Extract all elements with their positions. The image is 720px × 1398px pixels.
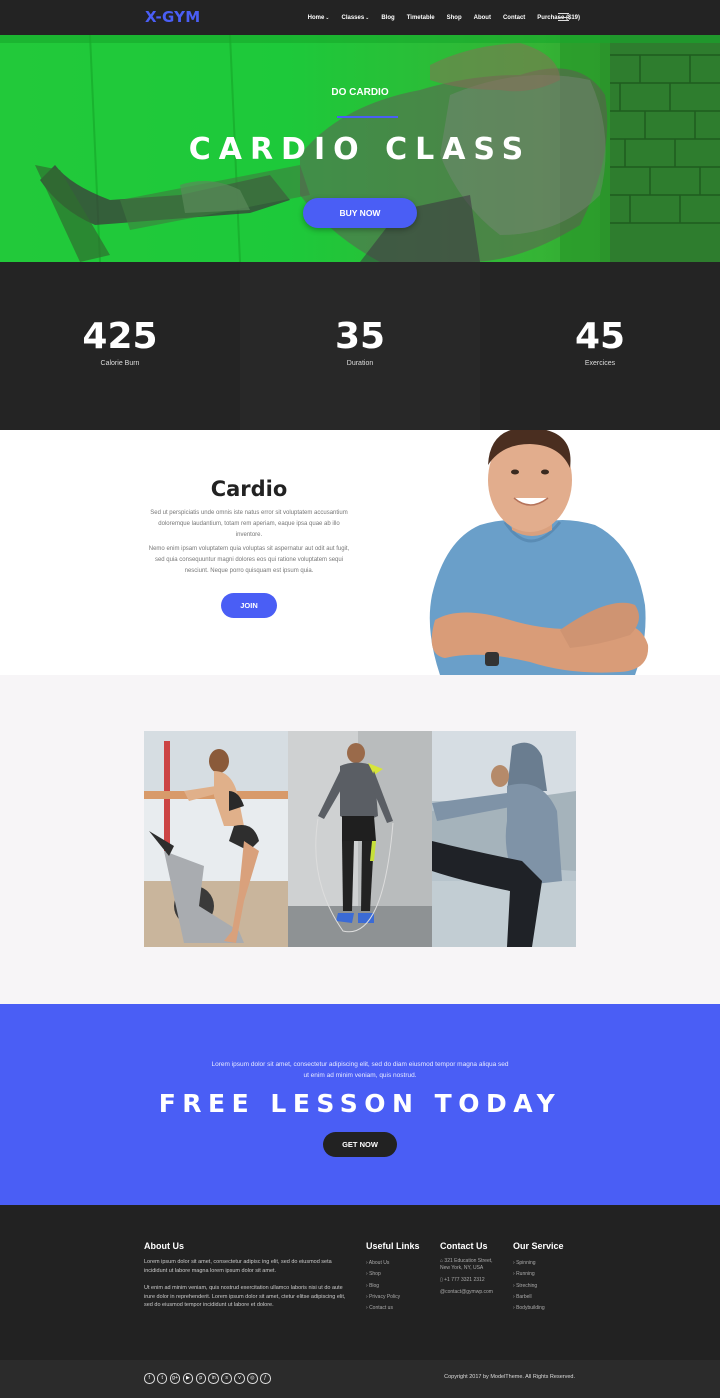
join-button[interactable]: JOIN <box>221 593 277 618</box>
google-plus-icon[interactable]: g+ <box>169 1373 181 1384</box>
footer-link-about[interactable]: › About Us <box>366 1258 420 1269</box>
footer-link-label: About Us <box>368 1260 390 1266</box>
nav-timetable[interactable]: Timetable <box>407 15 435 21</box>
footer-heading: Useful Links <box>366 1241 420 1251</box>
cardio-section: Cardio Sed ut perspiciatis unde omnis is… <box>0 430 720 675</box>
trainer-image <box>429 430 649 675</box>
twitter-icon[interactable]: t <box>156 1373 168 1384</box>
service-label: Bodybuilding <box>516 1305 545 1312</box>
contact-phone: ▯ +1 777 3321 2312 <box>440 1277 493 1284</box>
stat-value: 45 <box>574 316 626 357</box>
service-label: Running <box>516 1271 535 1278</box>
gallery-photo-stretching[interactable] <box>432 731 576 947</box>
hero-title: CARDIO CLASS <box>188 132 532 167</box>
stat-label: Exercices <box>584 360 616 367</box>
cta-title: FREE LESSON TODAY <box>158 1089 562 1118</box>
buy-now-button[interactable]: BUY NOW <box>303 198 417 228</box>
chevron-down-icon: ⌄ <box>365 14 370 21</box>
contact-email[interactable]: @contact@gymwp.com <box>440 1289 493 1296</box>
footer-links: Useful Links › About Us › Shop › Blog › … <box>366 1241 420 1314</box>
footer-link-contact[interactable]: › Contact us <box>366 1303 420 1314</box>
footer-about-text: Ut enim ad minim veniam, quis nostrud ex… <box>144 1285 346 1308</box>
address-line: New York, NY, USA <box>440 1265 484 1271</box>
stat-exercises: 45 Exercices <box>480 262 720 430</box>
nav-about[interactable]: About <box>474 15 491 21</box>
footer-link-label: Shop <box>369 1271 381 1278</box>
skype-icon[interactable]: s <box>221 1373 232 1384</box>
hero-divider <box>337 116 398 118</box>
site-header: X-GYM Home⌄ Classes⌄ Blog Timetable Shop… <box>0 0 720 35</box>
site-logo[interactable]: X-GYM <box>145 8 200 26</box>
cardio-title: Cardio <box>210 477 288 501</box>
hamburger-icon[interactable] <box>558 13 569 21</box>
hero-subtitle: DO CARDIO <box>331 87 389 98</box>
footer-heading: Our Service <box>513 1241 564 1251</box>
gallery-photo-jumprope[interactable] <box>288 731 432 947</box>
vimeo-icon[interactable]: v <box>234 1373 245 1384</box>
footer-link-privacy[interactable]: › Privacy Policy <box>366 1292 420 1303</box>
nav-classes-label: Classes <box>341 14 365 21</box>
nav-contact[interactable]: Contact <box>503 15 525 21</box>
copyright-text: Copyright 2017 by ModelTheme. All Rights… <box>444 1374 575 1380</box>
stat-label: Duration <box>346 360 374 367</box>
foursquare-icon[interactable]: ƒ <box>260 1373 271 1384</box>
stat-label: Calorie Burn <box>100 360 140 367</box>
stat-calories: 425 Calorie Burn <box>0 262 240 430</box>
hero-banner: DO CARDIO CARDIO CLASS BUY NOW <box>0 35 720 262</box>
footer-link-label: Blog <box>369 1282 380 1289</box>
stat-duration: 35 Duration <box>240 262 480 430</box>
service-link[interactable]: › Barbell <box>513 1292 564 1303</box>
footer-service: Our Service › Spinning › Running › Strec… <box>513 1241 564 1314</box>
cardio-paragraph: Nemo enim ipsam voluptatem quia voluptas… <box>148 546 350 574</box>
facebook-icon[interactable]: f <box>144 1373 155 1384</box>
nav-home[interactable]: Home⌄ <box>308 15 330 21</box>
service-label: Spinning <box>516 1260 536 1266</box>
footer-link-blog[interactable]: › Blog <box>366 1281 420 1292</box>
cta-text: Lorem ipsum dolor sit amet, consectetur … <box>211 1061 509 1079</box>
stats-section: 425 Calorie Burn 35 Duration 45 Exercice… <box>0 262 720 430</box>
cta-section: Lorem ipsum dolor sit amet, consectetur … <box>0 1004 720 1205</box>
footer-bottom-bar: f t g+ ▶ p in s v ◎ ƒ Copyright 2017 by … <box>0 1360 720 1398</box>
footer-link-label: Contact us <box>369 1305 393 1312</box>
linkedin-icon[interactable]: in <box>208 1373 219 1384</box>
cardio-paragraph: Sed ut perspiciatis unde omnis iste natu… <box>150 510 348 538</box>
get-now-button[interactable]: GET NOW <box>323 1132 397 1157</box>
footer-link-label: Privacy Policy <box>369 1293 401 1300</box>
gallery-photo-spinning[interactable] <box>144 731 288 947</box>
pinterest-icon[interactable]: p <box>195 1373 207 1384</box>
footer-heading: Contact Us <box>440 1241 488 1251</box>
main-nav: Home⌄ Classes⌄ Blog Timetable Shop About… <box>308 0 580 35</box>
service-link[interactable]: › Bodybuilding <box>513 1303 564 1314</box>
footer-about: About Us Lorem ipsum dolor sit amet, con… <box>144 1241 354 1310</box>
footer-contact: Contact Us ⌂ 321 Education Street, New Yo… <box>440 1241 493 1301</box>
chevron-down-icon: ⌄ <box>325 14 330 21</box>
social-links: f t g+ ▶ p in s v ◎ ƒ <box>144 1373 271 1384</box>
nav-blog[interactable]: Blog <box>381 15 394 21</box>
footer-heading: About Us <box>144 1241 184 1251</box>
service-link[interactable]: › Streching <box>513 1281 564 1292</box>
site-footer: About Us Lorem ipsum dolor sit amet, con… <box>0 1205 720 1360</box>
service-label: Barbell <box>516 1293 532 1300</box>
footer-about-text: Lorem ipsum dolor sit amet, consectetur … <box>144 1259 332 1274</box>
contact-address: ⌂ 321 Education Street, New York, NY, USA <box>440 1258 493 1272</box>
email-text: contact@gymwp.com <box>445 1289 493 1295</box>
phone-text: +1 777 3321 2312 <box>444 1277 485 1283</box>
youtube-icon[interactable]: ▶ <box>182 1373 194 1384</box>
nav-classes[interactable]: Classes⌄ <box>341 15 369 21</box>
nav-shop[interactable]: Shop <box>447 15 462 21</box>
stat-value: 35 <box>334 316 386 357</box>
service-link[interactable]: › Spinning <box>513 1258 564 1269</box>
gallery-section <box>0 675 720 1004</box>
dribbble-icon[interactable]: ◎ <box>247 1373 258 1384</box>
service-label: Streching <box>516 1282 538 1289</box>
address-line: 321 Education Street, <box>444 1258 493 1264</box>
service-link[interactable]: › Running <box>513 1269 564 1280</box>
stat-value: 425 <box>82 316 158 357</box>
page: X-GYM Home⌄ Classes⌄ Blog Timetable Shop… <box>0 0 720 1398</box>
nav-home-label: Home <box>307 14 325 21</box>
footer-link-shop[interactable]: › Shop <box>366 1269 420 1280</box>
